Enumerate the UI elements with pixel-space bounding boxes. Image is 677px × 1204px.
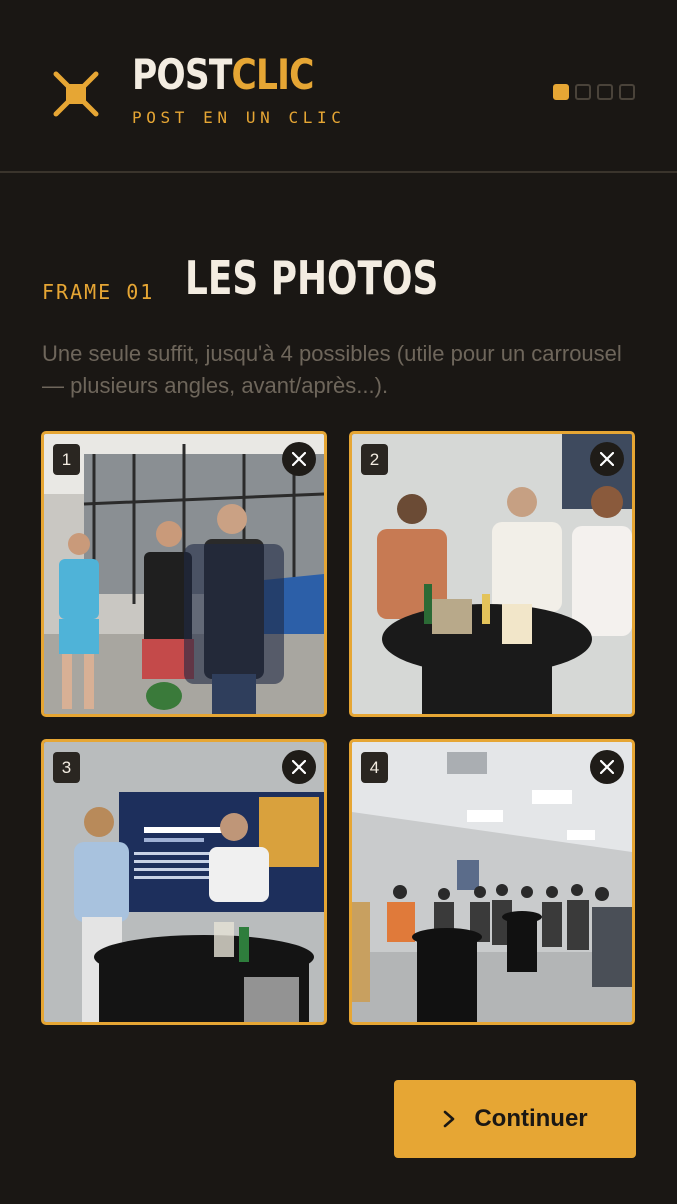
app-header: POSTCLIC POST EN UN CLIC	[0, 0, 677, 173]
photo-index-badge: 1	[53, 444, 80, 475]
photo-image-2	[352, 434, 632, 714]
chevron-right-icon	[444, 1110, 455, 1128]
continue-button[interactable]: Continuer	[394, 1080, 636, 1158]
photo-image-1	[44, 434, 324, 714]
postclic-logo-icon	[53, 71, 99, 117]
photo-thumbnail-2[interactable]: 2	[349, 431, 635, 717]
frame-label: FRAME 01	[42, 280, 155, 304]
photo-thumbnail-3[interactable]: 3	[41, 739, 327, 1025]
brand-name: POSTCLIC	[132, 50, 314, 99]
photo-index-badge: 3	[53, 752, 80, 783]
step-dot-3	[597, 84, 613, 100]
section-title: LES PHOTOS	[185, 251, 439, 305]
continue-label: Continuer	[474, 1105, 588, 1132]
photo-thumbnail-1[interactable]: 1	[41, 431, 327, 717]
step-dot-1	[553, 84, 569, 100]
remove-photo-button-3[interactable]	[282, 750, 316, 784]
remove-photo-button-1[interactable]	[282, 442, 316, 476]
step-dot-4	[619, 84, 635, 100]
photo-index-badge: 2	[361, 444, 388, 475]
photo-index-badge: 4	[361, 752, 388, 783]
step-indicator	[553, 84, 635, 100]
photo-thumbnail-4[interactable]: 4	[349, 739, 635, 1025]
photo-image-3	[44, 742, 324, 1022]
close-icon	[600, 452, 614, 466]
close-icon	[292, 760, 306, 774]
remove-photo-button-4[interactable]	[590, 750, 624, 784]
section-description: Une seule suffit, jusqu'à 4 possibles (u…	[42, 341, 622, 398]
photo-image-4	[352, 742, 632, 1022]
close-icon	[292, 452, 306, 466]
close-icon	[600, 760, 614, 774]
remove-photo-button-2[interactable]	[590, 442, 624, 476]
step-dot-2	[575, 84, 591, 100]
brand-tagline: POST EN UN CLIC	[132, 108, 346, 127]
